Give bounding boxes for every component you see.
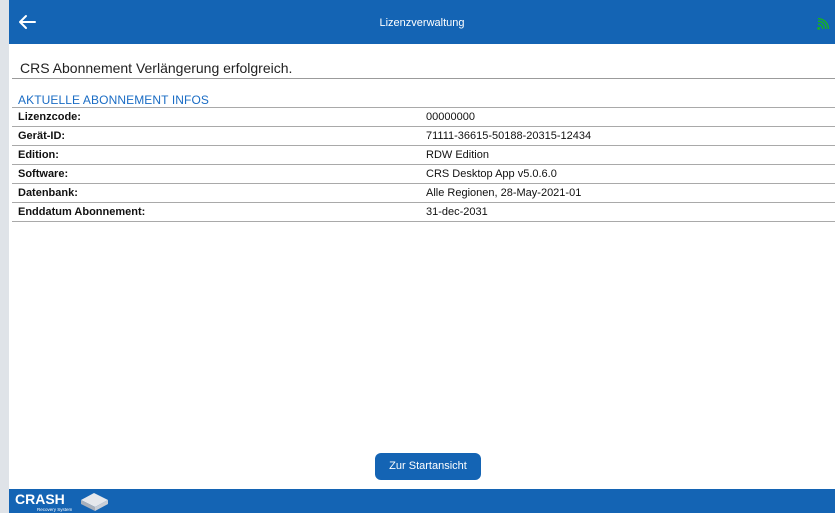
footer-bar: CRASH Recovery System xyxy=(9,489,835,513)
logo-text: CRASH xyxy=(15,491,65,507)
info-label: Gerät-ID: xyxy=(18,130,66,142)
info-label: Lizenzcode: xyxy=(18,111,81,123)
info-table: Lizenzcode: 00000000 Gerät-ID: 71111-366… xyxy=(12,107,835,222)
section-title: AKTUELLE ABONNEMENT INFOS xyxy=(18,93,209,107)
divider xyxy=(12,78,835,79)
header-bar: Lizenzverwaltung xyxy=(9,0,835,44)
info-row-device-id: Gerät-ID: 71111-36615-50188-20315-12434 xyxy=(12,127,835,146)
start-view-button[interactable]: Zur Startansicht xyxy=(375,453,481,480)
info-row-license-code: Lizenzcode: 00000000 xyxy=(12,107,835,127)
info-value: 31-dec-2031 xyxy=(426,206,488,218)
info-value: 00000000 xyxy=(426,111,475,123)
info-value: RDW Edition xyxy=(426,149,489,161)
info-value: CRS Desktop App v5.0.6.0 xyxy=(426,168,557,180)
info-row-software: Software: CRS Desktop App v5.0.6.0 xyxy=(12,165,835,184)
info-row-database: Datenbank: Alle Regionen, 28-May-2021-01 xyxy=(12,184,835,203)
info-value: 71111-36615-50188-20315-12434 xyxy=(426,130,592,142)
info-row-edition: Edition: RDW Edition xyxy=(12,146,835,165)
info-value: Alle Regionen, 28-May-2021-01 xyxy=(426,187,582,199)
status-message: CRS Abonnement Verlängerung erfolgreich. xyxy=(20,60,293,76)
info-label: Datenbank: xyxy=(18,187,78,199)
crash-logo: CRASH Recovery System xyxy=(15,491,108,512)
signal-icon xyxy=(817,17,830,30)
info-row-end-date: Enddatum Abonnement: 31-dec-2031 xyxy=(12,203,835,222)
left-gutter xyxy=(0,0,9,513)
logo-subtext: Recovery System xyxy=(37,507,73,512)
info-label: Enddatum Abonnement: xyxy=(18,206,146,218)
page-title: Lizenzverwaltung xyxy=(379,17,465,29)
info-label: Edition: xyxy=(18,149,59,161)
info-label: Software: xyxy=(18,168,69,180)
app-window: Lizenzverwaltung CRS Abonnement Verlänge… xyxy=(9,0,835,513)
